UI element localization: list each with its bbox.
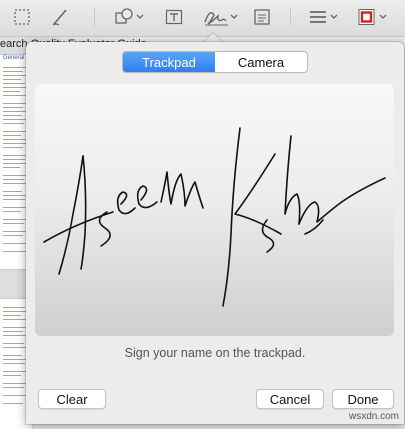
- cancel-button[interactable]: Cancel: [256, 389, 324, 409]
- clear-button[interactable]: Clear: [38, 389, 106, 409]
- toolbar-separator: [94, 8, 95, 26]
- markup-toolbar: [0, 0, 405, 37]
- signature-pad[interactable]: [35, 84, 394, 336]
- signature-hint: Sign your name on the trackpad.: [124, 346, 306, 360]
- text-icon[interactable]: [164, 6, 184, 28]
- sign-icon[interactable]: [202, 6, 242, 28]
- tab-camera[interactable]: Camera: [215, 52, 307, 72]
- border-color-icon[interactable]: [356, 6, 392, 28]
- toolbar-separator: [290, 8, 291, 26]
- selection-icon[interactable]: [12, 6, 32, 28]
- tab-trackpad[interactable]: Trackpad: [123, 52, 215, 72]
- sketch-icon[interactable]: [50, 6, 72, 28]
- capture-mode-control: Trackpad Camera: [122, 51, 308, 73]
- note-icon[interactable]: [252, 6, 272, 28]
- shapes-icon[interactable]: [112, 6, 148, 28]
- signature-drawing: [43, 127, 386, 307]
- signature-popover: Trackpad Camera Sign your name on the tr…: [26, 42, 404, 424]
- line-style-icon[interactable]: [306, 6, 342, 28]
- done-button[interactable]: Done: [332, 389, 394, 409]
- watermark: wsxdn.com: [348, 411, 399, 422]
